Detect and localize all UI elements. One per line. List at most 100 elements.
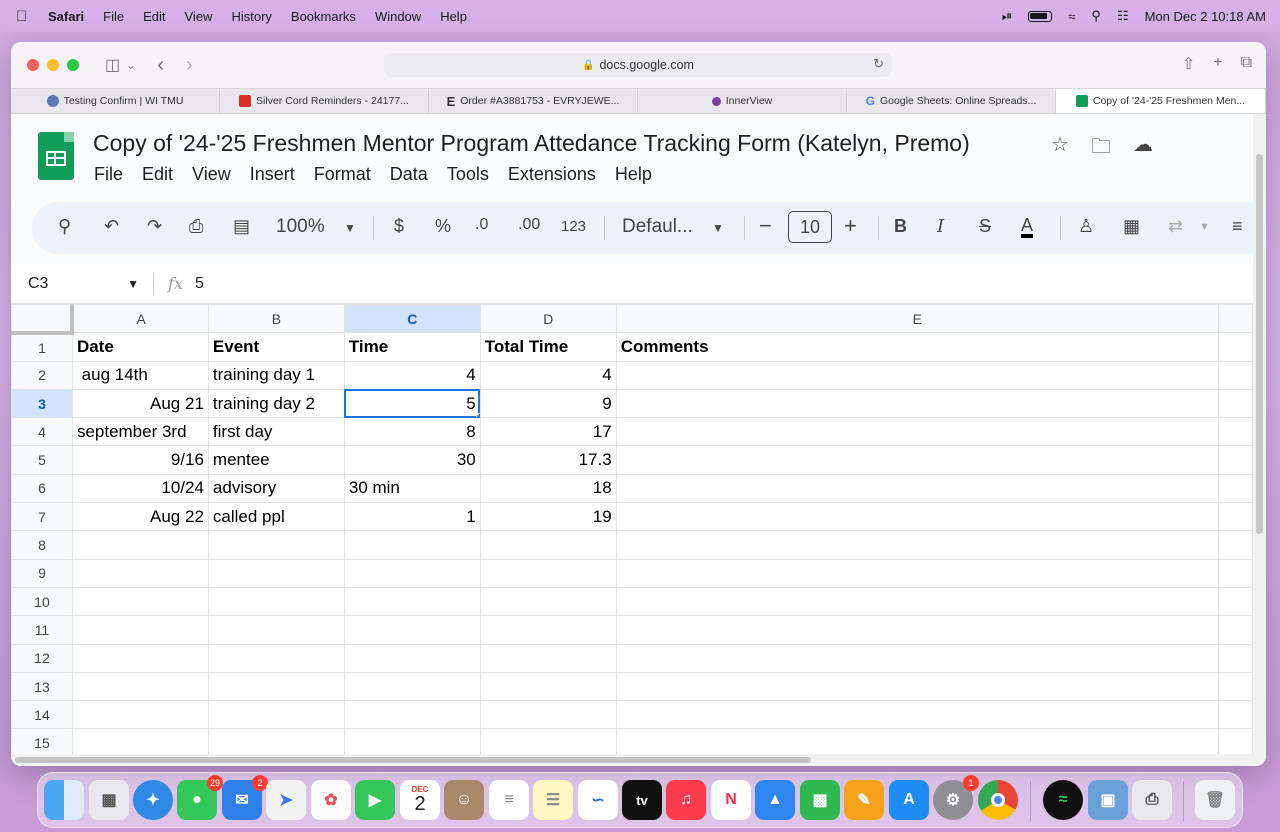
strikethrough-icon[interactable]: S xyxy=(979,216,991,237)
launchpad-icon[interactable]: ▦ xyxy=(89,780,129,820)
font-size-input[interactable]: 10 xyxy=(788,211,832,243)
search-menus-icon[interactable]: ⚲ xyxy=(58,216,71,237)
cell[interactable] xyxy=(1217,700,1253,730)
column-header-d[interactable]: D xyxy=(479,304,617,334)
cell[interactable] xyxy=(343,530,481,560)
calendar-icon[interactable]: DEC 2 xyxy=(400,780,440,820)
cell[interactable] xyxy=(343,615,481,645)
cell-c6[interactable]: 30 min xyxy=(343,473,481,504)
horizontal-align-icon[interactable]: ≡ xyxy=(1232,216,1243,237)
cell[interactable] xyxy=(207,558,345,588)
address-bar[interactable]: 🔒 docs.google.com ↻ xyxy=(384,53,892,77)
apple-menu-icon[interactable]:  xyxy=(16,8,34,25)
merge-cells-icon[interactable]: ⇄ xyxy=(1168,216,1183,237)
star-icon[interactable]: ☆ xyxy=(1051,132,1069,166)
zoom-select[interactable]: 100% xyxy=(276,216,325,238)
cell-d3[interactable]: 9 xyxy=(479,388,617,419)
cell[interactable] xyxy=(207,728,345,758)
wifi-icon[interactable]: ≈ xyxy=(1068,9,1075,24)
column-header-b[interactable]: B xyxy=(207,304,345,334)
currency-format-button[interactable]: $ xyxy=(394,216,404,237)
cell[interactable] xyxy=(71,700,209,730)
row-header[interactable]: 3 xyxy=(11,388,73,419)
cell[interactable] xyxy=(343,671,481,702)
forward-icon[interactable]: › xyxy=(186,54,193,77)
font-select[interactable]: Defaul... xyxy=(622,216,693,238)
more-formats-button[interactable]: 123 xyxy=(561,218,586,235)
cell[interactable] xyxy=(615,615,1219,645)
cell-a1[interactable]: Date xyxy=(71,332,209,362)
select-all-corner[interactable] xyxy=(11,304,75,335)
increase-decimal-button[interactable]: .00 xyxy=(518,216,540,234)
cell[interactable] xyxy=(615,700,1219,730)
cell[interactable] xyxy=(479,643,617,673)
cell[interactable] xyxy=(615,643,1219,673)
menu-help[interactable]: Help xyxy=(440,9,467,24)
cell-d5[interactable]: 17.3 xyxy=(479,445,617,475)
tab-innerview[interactable]: InnerView xyxy=(638,89,847,113)
column-header-e[interactable]: E xyxy=(615,304,1219,334)
cell-a7[interactable]: Aug 22 xyxy=(71,502,209,532)
cell-f3[interactable] xyxy=(1217,388,1253,419)
cell-d7[interactable]: 19 xyxy=(479,502,617,532)
cell[interactable] xyxy=(479,558,617,588)
redo-icon[interactable]: ↷ xyxy=(147,216,162,237)
sheets-menu-extensions[interactable]: Extensions xyxy=(508,164,596,185)
undo-icon[interactable]: ↶ xyxy=(104,216,119,237)
cell-c1[interactable]: Time xyxy=(343,332,481,362)
merge-chevron-down-icon[interactable]: ▼ xyxy=(1199,221,1210,233)
menu-view[interactable]: View xyxy=(185,9,213,24)
cell-b4[interactable]: first day xyxy=(207,417,345,447)
menu-edit[interactable]: Edit xyxy=(143,9,165,24)
notes-icon[interactable]: ☰ xyxy=(533,780,573,820)
cell-c7[interactable]: 1 xyxy=(343,502,481,532)
cell[interactable] xyxy=(1217,643,1253,673)
cell[interactable] xyxy=(207,700,345,730)
facetime-icon[interactable]: ▶ xyxy=(355,780,395,820)
cell[interactable] xyxy=(1217,671,1253,702)
cloud-saved-icon[interactable]: ☁ xyxy=(1133,132,1153,166)
reload-icon[interactable]: ↻ xyxy=(873,56,884,72)
sheets-menu-tools[interactable]: Tools xyxy=(447,164,489,185)
cell[interactable] xyxy=(343,586,481,617)
cell[interactable] xyxy=(207,530,345,560)
menu-file[interactable]: File xyxy=(103,9,124,24)
tab-silver-cord[interactable]: Silver Cord Reminders - 24177... xyxy=(220,89,429,113)
contacts-icon[interactable]: ☺ xyxy=(444,780,484,820)
cell-c3-selected[interactable]: 5 xyxy=(343,388,481,419)
cell[interactable] xyxy=(207,671,345,702)
cell-d4[interactable]: 17 xyxy=(479,417,617,447)
column-header-f[interactable] xyxy=(1217,304,1253,334)
keynote-icon[interactable]: ▲ xyxy=(755,780,795,820)
menu-history[interactable]: History xyxy=(231,9,271,24)
cell[interactable] xyxy=(71,671,209,702)
pages-icon[interactable]: ✎ xyxy=(844,780,884,820)
cell-a2[interactable]: aug 14th xyxy=(71,360,209,390)
spotify-icon[interactable]: ≈ xyxy=(1043,780,1083,820)
spotlight-search-icon[interactable]: ⚲ xyxy=(1091,8,1101,24)
cell-c4[interactable]: 8 xyxy=(343,417,481,447)
system-settings-icon[interactable]: ⚙ 1 xyxy=(933,775,979,820)
cell[interactable] xyxy=(71,615,209,645)
row-header[interactable]: 12 xyxy=(11,643,73,673)
sheets-menu-data[interactable]: Data xyxy=(390,164,428,185)
cell[interactable] xyxy=(343,700,481,730)
cell-c2[interactable]: 4 xyxy=(343,360,481,390)
sheets-menu-view[interactable]: View xyxy=(192,164,231,185)
zoom-window-button[interactable] xyxy=(67,59,79,71)
finder-icon[interactable] xyxy=(44,780,84,820)
row-header[interactable]: 8 xyxy=(11,530,73,560)
apple-tv-icon[interactable]: tv xyxy=(622,780,662,820)
cell[interactable] xyxy=(207,643,345,673)
cell[interactable] xyxy=(1217,558,1253,588)
cell[interactable] xyxy=(615,586,1219,617)
safari-icon[interactable]: ✦ xyxy=(133,780,173,820)
app-store-icon[interactable]: A xyxy=(889,780,929,820)
sheets-menu-insert[interactable]: Insert xyxy=(250,164,295,185)
reminders-icon[interactable]: ≡ xyxy=(489,780,529,820)
row-header[interactable]: 5 xyxy=(11,445,73,475)
document-title[interactable]: Copy of '24-'25 Freshmen Mentor Program … xyxy=(93,130,970,157)
formula-input[interactable]: 5 xyxy=(195,275,204,293)
italic-icon[interactable]: I xyxy=(937,216,944,237)
fill-handle[interactable] xyxy=(475,413,480,417)
